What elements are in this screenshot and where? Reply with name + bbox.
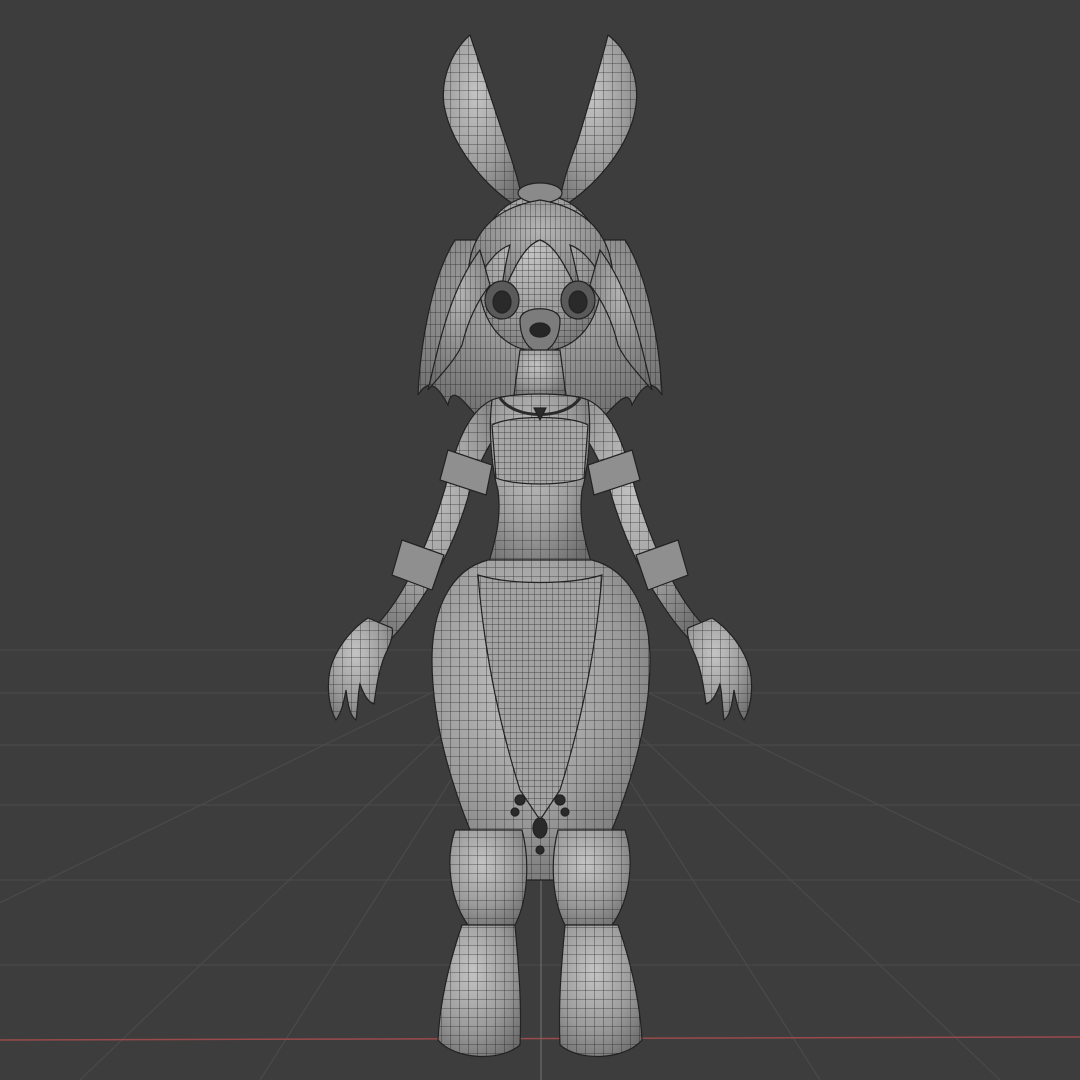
3d-viewport[interactable] [0,0,1080,1080]
x-axis-line [0,1036,1080,1041]
character-model[interactable] [327,33,753,1057]
nose [529,322,551,338]
